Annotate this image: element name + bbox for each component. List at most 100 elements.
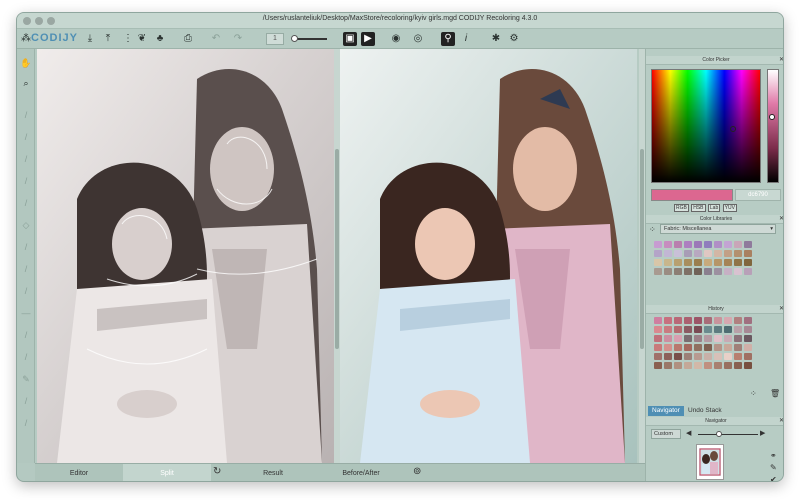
color-swatch[interactable] <box>724 317 732 324</box>
color-swatch[interactable] <box>654 344 662 351</box>
color-swatch[interactable] <box>664 259 672 266</box>
eraser-icon[interactable]: / <box>20 175 32 187</box>
luminance-slider[interactable] <box>767 69 779 183</box>
star-icon[interactable]: ✱ <box>489 32 503 46</box>
color-swatch[interactable] <box>714 326 722 333</box>
zoom-icon[interactable]: ⌕ <box>20 77 32 89</box>
color-swatch[interactable] <box>694 353 702 360</box>
color-swatch[interactable] <box>734 335 742 342</box>
color-swatch[interactable] <box>694 250 702 257</box>
color-swatch[interactable] <box>654 335 662 342</box>
color-swatch[interactable] <box>704 362 712 369</box>
color-swatch[interactable] <box>654 250 662 257</box>
swap-icon[interactable]: ↻ <box>213 466 221 477</box>
color-swatch[interactable] <box>654 353 662 360</box>
tab-navigator[interactable]: Navigator <box>648 406 684 416</box>
mode-rgb[interactable]: RGB <box>674 204 689 212</box>
color-swatch[interactable] <box>734 241 742 248</box>
tab-split[interactable]: Split <box>123 464 211 481</box>
palette-icon[interactable]: ❦ <box>135 32 149 46</box>
color-swatch[interactable] <box>694 259 702 266</box>
color-swatch[interactable] <box>664 362 672 369</box>
color-swatch[interactable] <box>684 268 692 275</box>
line-icon[interactable]: ― <box>20 307 32 319</box>
color-swatch[interactable] <box>724 241 732 248</box>
color-swatch[interactable] <box>704 259 712 266</box>
color-swatch[interactable] <box>714 335 722 342</box>
color-swatch[interactable] <box>704 268 712 275</box>
color-swatch[interactable] <box>694 344 702 351</box>
color-swatch[interactable] <box>744 250 752 257</box>
brush-icon[interactable]: / <box>20 153 32 165</box>
tab-undo-stack[interactable]: Undo Stack <box>684 406 726 416</box>
color-swatch[interactable] <box>714 353 722 360</box>
color-swatch[interactable] <box>744 335 752 342</box>
brush-icon[interactable]: / <box>20 131 32 143</box>
picker-icon[interactable]: / <box>20 241 32 253</box>
color-swatch[interactable] <box>744 317 752 324</box>
color-swatch[interactable] <box>734 250 742 257</box>
link-icon[interactable]: ⚭ <box>770 451 777 460</box>
color-swatch[interactable] <box>714 250 722 257</box>
brush-size-slider-knob[interactable] <box>291 35 298 42</box>
panel-close-icon[interactable]: ✕ <box>779 215 783 224</box>
color-swatch[interactable] <box>664 344 672 351</box>
color-swatch[interactable] <box>704 326 712 333</box>
editor-photo[interactable] <box>37 49 334 463</box>
color-swatch[interactable] <box>704 344 712 351</box>
color-swatch[interactable] <box>724 335 732 342</box>
color-swatch[interactable] <box>674 250 682 257</box>
brush-icon[interactable]: / <box>20 285 32 297</box>
hex-field[interactable]: dc6790 <box>735 189 781 201</box>
color-swatch[interactable] <box>734 317 742 324</box>
check-icon[interactable]: ✔ <box>770 475 777 481</box>
brush-icon[interactable]: / <box>20 263 32 275</box>
mode-yuv[interactable]: YUV <box>722 204 737 212</box>
tab-result[interactable]: Result <box>229 464 317 481</box>
fill-icon[interactable]: ◇ <box>20 219 32 231</box>
color-swatch[interactable] <box>744 344 752 351</box>
color-swatch[interactable] <box>664 268 672 275</box>
color-swatch[interactable] <box>744 326 752 333</box>
eye-icon[interactable]: ◉ <box>389 32 403 46</box>
luminance-slider-knob[interactable] <box>769 114 775 120</box>
chevron-left-icon[interactable]: ◀ <box>686 429 691 437</box>
color-swatch[interactable] <box>704 241 712 248</box>
print-icon[interactable]: ⎙ <box>181 32 195 46</box>
color-swatch[interactable] <box>684 326 692 333</box>
import-icon[interactable]: ⤓ <box>83 32 97 46</box>
color-swatch[interactable] <box>654 362 662 369</box>
picker-cursor[interactable] <box>730 126 736 132</box>
color-swatch[interactable] <box>734 326 742 333</box>
color-swatch[interactable] <box>664 335 672 342</box>
color-swatch[interactable] <box>744 268 752 275</box>
color-swatch[interactable] <box>724 259 732 266</box>
color-swatch[interactable] <box>654 268 662 275</box>
share-icon[interactable]: ⋮ <box>121 32 135 46</box>
color-swatch[interactable] <box>664 250 672 257</box>
color-swatch[interactable] <box>674 241 682 248</box>
color-swatch[interactable] <box>734 344 742 351</box>
color-swatch[interactable] <box>714 241 722 248</box>
play-icon[interactable]: ▶ <box>361 32 375 46</box>
color-swatch[interactable] <box>684 362 692 369</box>
color-swatch[interactable] <box>724 268 732 275</box>
color-swatch[interactable] <box>674 326 682 333</box>
brush-icon[interactable]: / <box>20 395 32 407</box>
brush-icon[interactable]: / <box>20 197 32 209</box>
panel-close-icon[interactable]: ✕ <box>779 56 783 65</box>
color-swatch[interactable] <box>704 335 712 342</box>
color-swatch[interactable] <box>724 250 732 257</box>
color-swatch[interactable] <box>674 268 682 275</box>
color-swatch[interactable] <box>744 353 752 360</box>
zoom-select[interactable]: Custom <box>651 429 681 439</box>
color-swatch[interactable] <box>724 353 732 360</box>
color-swatch[interactable] <box>674 335 682 342</box>
chevron-right-icon[interactable]: ▶ <box>760 429 765 437</box>
tab-before-after[interactable]: Before/After <box>317 464 405 481</box>
color-swatch[interactable] <box>654 317 662 324</box>
visibility-icon[interactable]: ◎ <box>411 32 425 46</box>
color-swatch[interactable] <box>694 241 702 248</box>
color-swatch[interactable] <box>704 353 712 360</box>
color-swatch[interactable] <box>734 362 742 369</box>
